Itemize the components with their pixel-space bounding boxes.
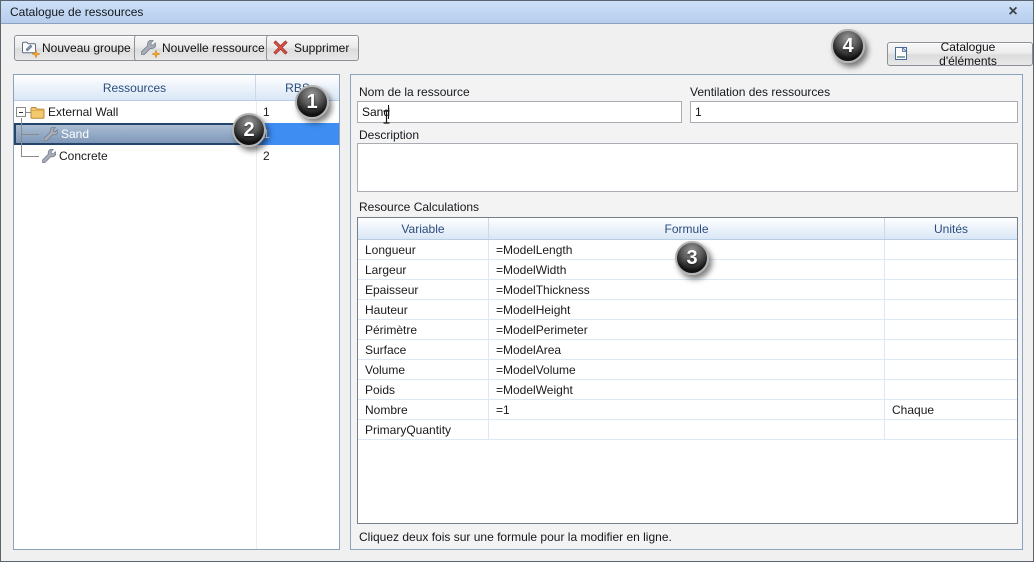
wrench-icon (44, 127, 58, 141)
calc-units-cell (885, 280, 1017, 299)
window-title: Catalogue de ressources (10, 5, 144, 19)
calc-row-poids[interactable]: Poids =ModelWeight (358, 380, 1017, 400)
tree-item-name-cell[interactable]: Sand (14, 123, 256, 145)
tree-row-sand[interactable]: Sand 1 (14, 123, 339, 145)
calc-units-cell (885, 320, 1017, 339)
calc-variable-cell: Surface (358, 340, 489, 359)
callout-badge-1: 1 (295, 85, 329, 119)
tree-item-rbs-value: 1 (256, 123, 339, 145)
new-resource-icon (141, 40, 160, 58)
title-bar: Catalogue de ressources (1, 1, 1033, 24)
calc-units-cell: Chaque (892, 402, 935, 417)
close-icon[interactable]: × (1003, 2, 1023, 22)
folder-icon (30, 106, 45, 119)
delete-button[interactable]: Supprimer (266, 35, 360, 61)
ventilation-label: Ventilation des ressources (690, 85, 831, 99)
tree-row-concrete[interactable]: Concrete 2 (14, 145, 339, 167)
tree-expander-icon[interactable] (16, 107, 26, 117)
tree-item-name-cell[interactable]: External Wall (14, 101, 256, 123)
tree-item-label: Sand (61, 127, 90, 141)
calc-row-hauteur[interactable]: Hauteur =ModelHeight (358, 300, 1017, 320)
tree-item-label: External Wall (48, 105, 119, 119)
calc-units-cell (885, 340, 1017, 359)
calc-variable-cell: Longueur (358, 240, 489, 259)
calc-row-nombre[interactable]: Nombre =1 Chaque (358, 400, 1017, 420)
tree-header: Ressources RBS (14, 75, 339, 101)
calc-variable-cell: Epaisseur (358, 280, 489, 299)
ventilation-input[interactable] (690, 101, 1018, 123)
tree-item-rbs-value: 2 (263, 149, 270, 163)
calc-formula-cell[interactable]: =ModelArea (489, 340, 885, 359)
resource-tree-panel: Ressources RBS External Wall 1 Sand 1 Conc… (13, 74, 340, 550)
tree-row-external-wall[interactable]: External Wall 1 (14, 101, 339, 123)
calc-row-volume[interactable]: Volume =ModelVolume (358, 360, 1017, 380)
tree-column-ressources[interactable]: Ressources (14, 75, 256, 100)
calc-units-cell (885, 360, 1017, 379)
callout-badge-2: 2 (232, 113, 266, 147)
new-resource-button[interactable]: Nouvelle ressource (134, 35, 275, 61)
wrench-icon (42, 149, 56, 163)
calc-row-surface[interactable]: Surface =ModelArea (358, 340, 1017, 360)
tree-item-name-cell[interactable]: Concrete (14, 145, 256, 167)
resource-name-label: Nom de la ressource (359, 85, 470, 99)
delete-x-icon (273, 40, 290, 56)
element-catalog-icon (894, 46, 909, 62)
delete-label: Supprimer (294, 41, 350, 55)
calc-variable-cell: PrimaryQuantity (358, 420, 489, 439)
callout-badge-4: 4 (831, 29, 865, 63)
calc-row-périmètre[interactable]: Périmètre =ModelPerimeter (358, 320, 1017, 340)
calc-variable-cell: Poids (358, 380, 489, 399)
resource-catalog-dialog: Catalogue de ressources × Nouveau groupe… (0, 0, 1034, 562)
calc-variable-cell: Périmètre (358, 320, 489, 339)
calc-formula-cell[interactable]: =ModelVolume (489, 360, 885, 379)
calc-units-cell (885, 380, 1017, 399)
tree-connector-line (21, 156, 39, 157)
calc-formula-cell[interactable]: =ModelWeight (489, 380, 885, 399)
calc-table-header: Variable Formule Unités (358, 218, 1017, 240)
calc-formula-cell[interactable]: =ModelPerimeter (489, 320, 885, 339)
calc-units-cell (885, 240, 1017, 259)
calc-units-cell (885, 300, 1017, 319)
calc-variable-cell: Volume (358, 360, 489, 379)
new-group-button[interactable]: Nouveau groupe (14, 35, 141, 61)
tree-connector-line (26, 112, 31, 113)
description-textarea[interactable] (357, 143, 1018, 192)
calc-variable-cell: Nombre (358, 400, 489, 419)
calc-units-cell (885, 420, 1017, 439)
calc-formula-cell[interactable] (489, 420, 885, 439)
new-group-label: Nouveau groupe (42, 41, 131, 55)
calc-units-cell (885, 260, 1017, 279)
calc-variable-cell: Largeur (358, 260, 489, 279)
element-catalog-label: Catalogue d'éléments (939, 40, 997, 68)
calc-variable-cell: Hauteur (358, 300, 489, 319)
calc-formula-cell[interactable]: =ModelThickness (489, 280, 885, 299)
calc-row-primaryquantity[interactable]: PrimaryQuantity (358, 420, 1017, 440)
calculations-label: Resource Calculations (359, 200, 480, 214)
tree-connector-line (21, 118, 22, 156)
callout-badge-3: 3 (675, 241, 709, 275)
calc-row-epaisseur[interactable]: Epaisseur =ModelThickness (358, 280, 1017, 300)
calc-column-variable[interactable]: Variable (358, 218, 489, 239)
resource-name-input[interactable] (357, 101, 682, 123)
new-group-icon (21, 40, 40, 58)
resource-detail-panel: Nom de la ressource Ventilation des ress… (350, 74, 1023, 550)
element-catalog-button[interactable]: Catalogue d'éléments (887, 40, 1033, 68)
calc-formula-cell[interactable]: =1 (489, 400, 885, 419)
calc-formula-cell[interactable]: =ModelHeight (489, 300, 885, 319)
description-label: Description (359, 128, 420, 142)
ibeam-cursor-icon (383, 110, 390, 124)
calc-column-unites[interactable]: Unités (885, 218, 1017, 239)
formula-edit-hint: Cliquez deux fois sur une formule pour l… (359, 530, 672, 544)
calc-column-formule[interactable]: Formule (489, 218, 885, 239)
tree-item-label: Concrete (59, 149, 108, 163)
tree-column-separator (256, 101, 257, 549)
new-resource-label: Nouvelle ressource (162, 41, 265, 55)
tree-connector-line (21, 134, 39, 135)
